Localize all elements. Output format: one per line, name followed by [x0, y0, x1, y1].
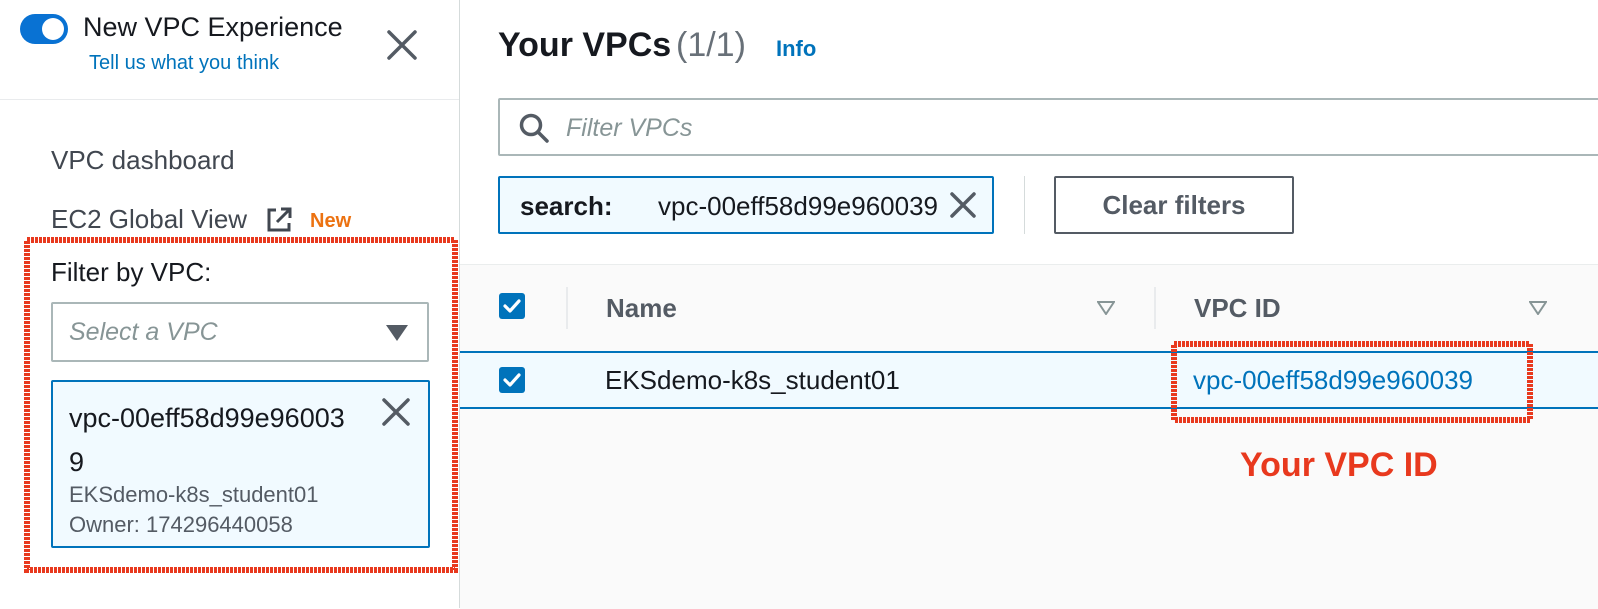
annotation-your-vpc-id: Your VPC ID [1240, 446, 1438, 484]
checkmark-icon [503, 373, 521, 387]
page-title: Your VPCs [498, 26, 672, 64]
cell-name: EKSdemo-k8s_student01 [605, 365, 900, 395]
filter-token: search: vpc-00eff58d99e960039 [498, 176, 994, 234]
new-experience-toggle[interactable] [20, 14, 68, 44]
page-count: (1/1) [676, 26, 746, 64]
external-link-icon[interactable] [264, 205, 294, 235]
info-link[interactable]: Info [776, 36, 816, 62]
clear-filters-button[interactable]: Clear filters [1054, 176, 1294, 234]
nav-ec2-global-view[interactable]: EC2 Global View [51, 204, 247, 235]
select-all-checkbox[interactable] [499, 293, 525, 319]
sort-icon[interactable] [1529, 301, 1547, 315]
highlight-box-vpc-id [1171, 341, 1533, 423]
search-icon [519, 113, 549, 143]
experience-title: New VPC Experience [83, 12, 343, 42]
row-checkbox[interactable] [499, 367, 525, 393]
column-header-vpc-id[interactable]: VPC ID [1194, 293, 1281, 324]
checkmark-icon [503, 299, 521, 313]
highlight-box-filter [24, 237, 458, 573]
main-content: Your VPCs (1/1) Info search: vpc-00eff58… [460, 0, 1598, 609]
close-icon[interactable] [385, 28, 419, 62]
sort-icon[interactable] [1097, 301, 1115, 315]
filter-token-key: search: [520, 191, 613, 221]
divider [1024, 176, 1025, 234]
filter-token-value: vpc-00eff58d99e960039 [658, 191, 938, 221]
filter-vpcs-search[interactable] [498, 98, 1598, 156]
table-header: Name VPC ID [460, 265, 1598, 351]
experience-header: New VPC Experience Tell us what you thin… [0, 0, 459, 100]
search-input[interactable] [564, 106, 1468, 150]
feedback-link[interactable]: Tell us what you think [89, 52, 279, 75]
nav-vpc-dashboard[interactable]: VPC dashboard [51, 145, 235, 176]
column-separator [566, 287, 568, 329]
remove-filter-icon[interactable] [948, 190, 978, 220]
new-badge: New [310, 210, 352, 232]
vpc-table: Name VPC ID EKSdemo-k8s_student01 vpc-00… [460, 264, 1598, 609]
column-separator [1154, 287, 1156, 329]
column-header-name[interactable]: Name [606, 293, 677, 324]
sidebar: New VPC Experience Tell us what you thin… [0, 0, 460, 608]
